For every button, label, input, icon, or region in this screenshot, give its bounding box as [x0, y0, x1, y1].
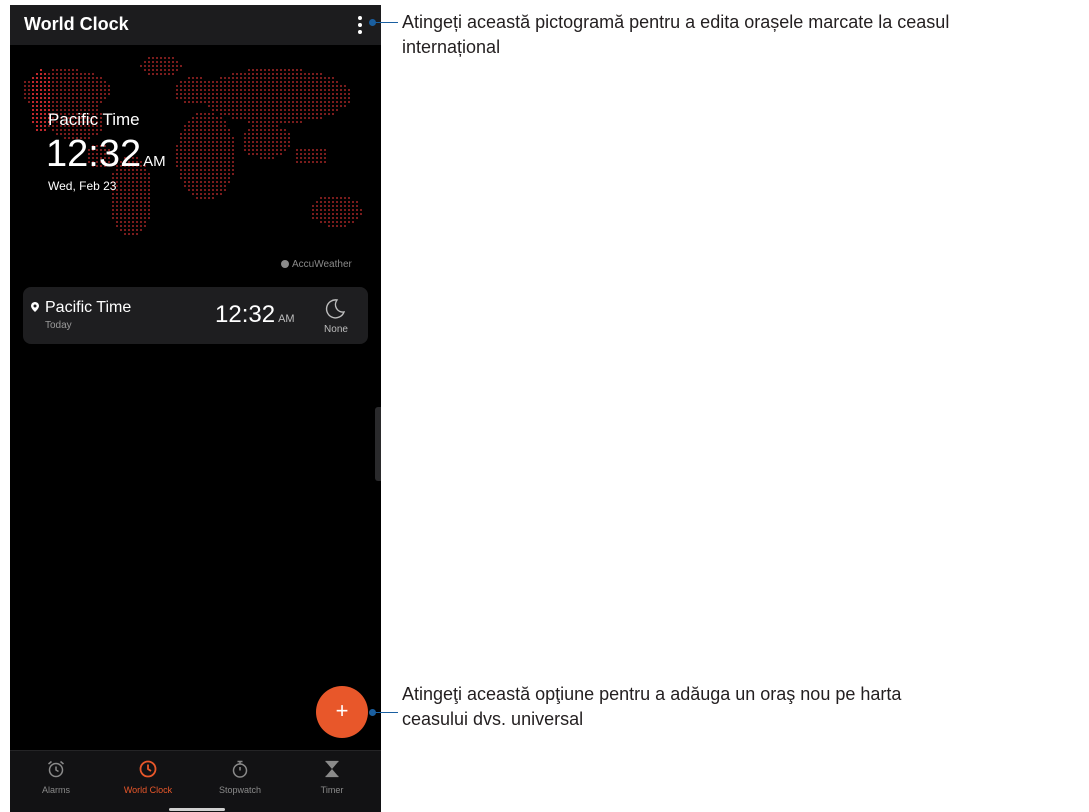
map-time-display: 12:32 AM [46, 133, 166, 176]
map-date: Wed, Feb 23 [48, 179, 117, 193]
location-pin-icon [31, 302, 39, 312]
map-ampm: AM [143, 153, 166, 170]
callout-menu: Atingeți această pictogramă pentru a edi… [402, 10, 1084, 60]
city-time-display: 12:32 AM [215, 301, 295, 329]
attribution: AccuWeather [281, 259, 352, 270]
city-card[interactable]: Pacific Time Today 12:32 AM None [23, 287, 368, 344]
manual-page: World Clock Pacific Time 12:32 AM Wed, Fe… [0, 0, 1089, 812]
nav-alarms[interactable]: Alarms [10, 751, 102, 812]
app-title: World Clock [24, 14, 129, 34]
city-time: 12:32 [215, 301, 276, 328]
nav-timer[interactable]: Timer [286, 751, 378, 812]
phone-screen: World Clock Pacific Time 12:32 AM Wed, Fe… [10, 5, 381, 812]
nav-stopwatch[interactable]: Stopwatch [194, 751, 286, 812]
moon-icon [325, 299, 346, 319]
city-name: Pacific Time [45, 299, 132, 316]
app-bar: World Clock [10, 5, 381, 45]
hourglass-icon [325, 760, 339, 778]
callout-menu-line2: internațional [402, 37, 501, 57]
add-city-button[interactable]: + [316, 686, 368, 738]
side-panel-handle[interactable] [375, 407, 381, 481]
stopwatch-icon [232, 760, 248, 778]
callout-add-line1: Atingeţi această opţiune pentru a adăuga… [402, 684, 902, 704]
world-map: Pacific Time 12:32 AM Wed, Feb 23 AccuWea… [10, 45, 381, 280]
clock-icon [139, 760, 157, 778]
bottom-nav: Alarms World Clock Stopwatch Timer [10, 750, 381, 812]
callout-line-menu [374, 22, 398, 23]
nav-world-clock[interactable]: World Clock [102, 751, 194, 812]
nav-label-stopwatch: Stopwatch [218, 785, 262, 795]
more-vert-icon[interactable] [348, 13, 372, 37]
attribution-label: AccuWeather [292, 259, 352, 270]
weather-label: None [324, 324, 348, 335]
city-day: Today [45, 320, 72, 331]
callout-add-line2: ceasului dvs. universal [402, 709, 584, 729]
city-ampm: AM [278, 313, 295, 325]
map-zone-name: Pacific Time [48, 110, 140, 129]
alarm-icon [48, 760, 64, 778]
home-indicator [169, 808, 225, 811]
nav-label-world-clock: World Clock [123, 785, 173, 795]
callout-add: Atingeţi această opţiune pentru a adăuga… [402, 682, 1084, 732]
nav-label-alarms: Alarms [41, 785, 70, 795]
callout-menu-line1: Atingeți această pictogramă pentru a edi… [402, 12, 950, 32]
callout-line-add [374, 712, 398, 713]
accuweather-icon [281, 260, 289, 268]
nav-label-timer: Timer [320, 785, 344, 795]
map-time: 12:32 [46, 133, 142, 175]
